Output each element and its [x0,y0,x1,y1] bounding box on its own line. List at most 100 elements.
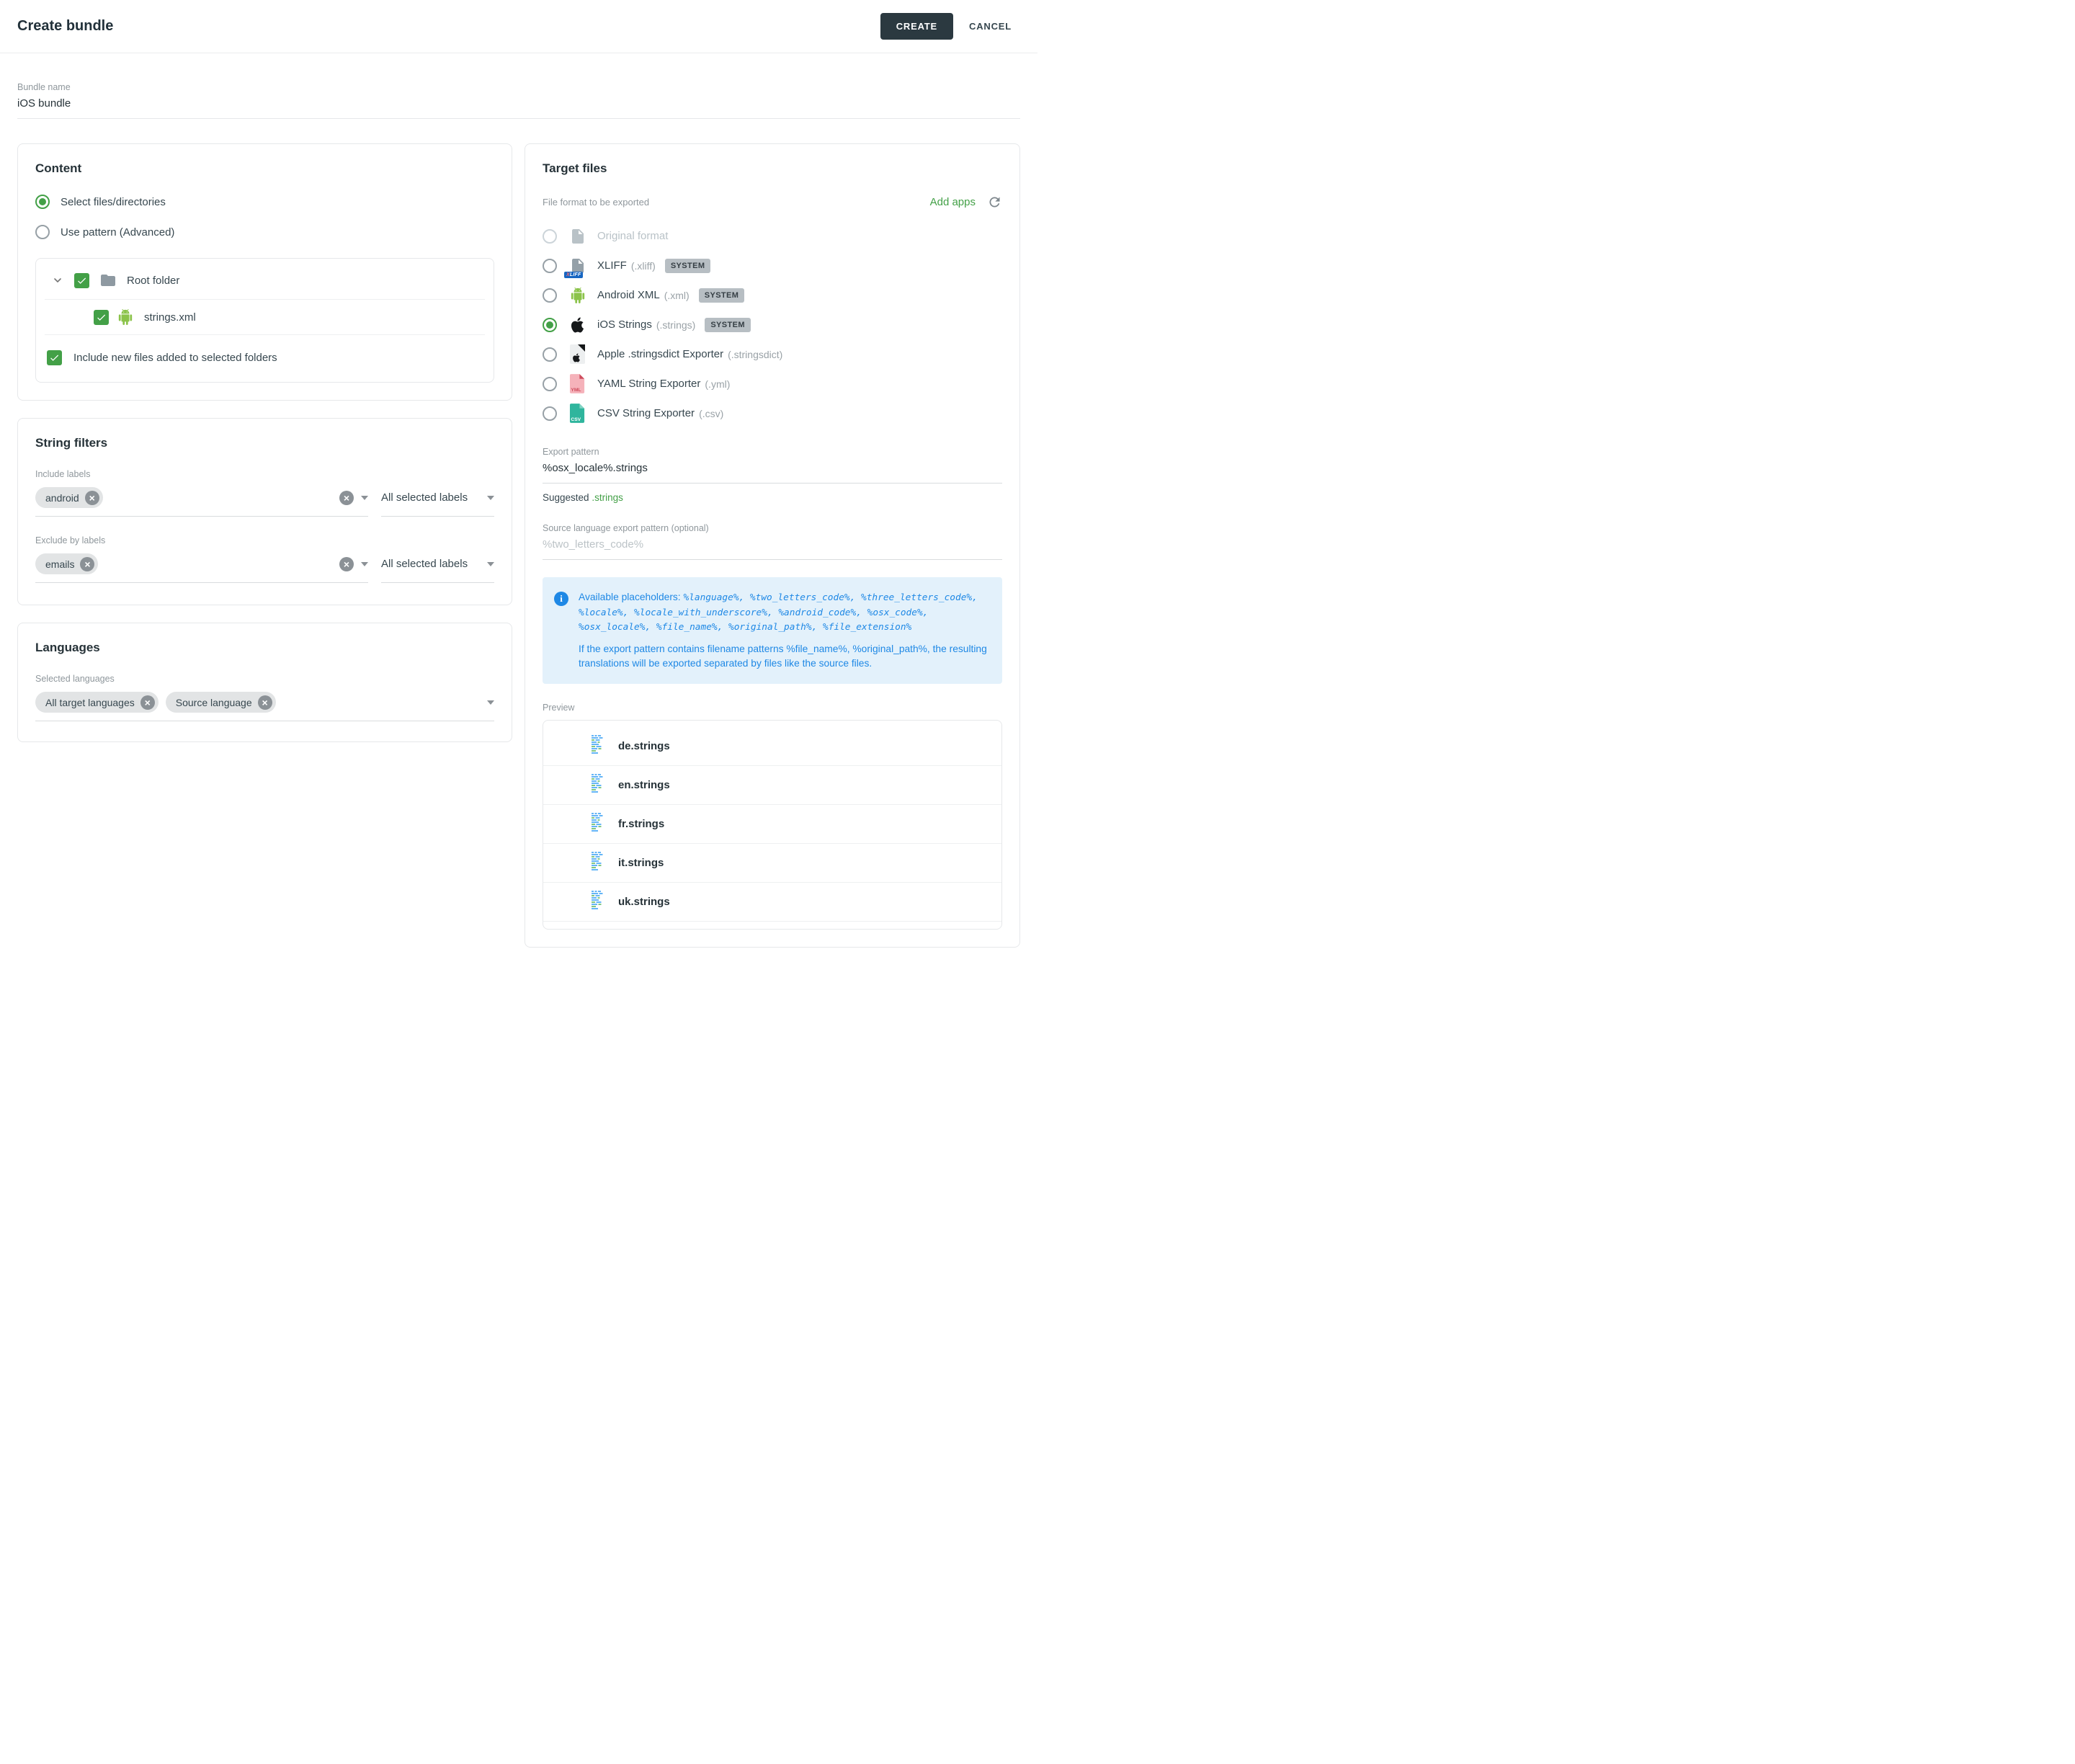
preview-file-name: fr.strings [618,818,664,830]
radio-selected-icon[interactable] [543,318,557,332]
export-pattern-label: Export pattern [543,447,1002,457]
remove-chip-icon[interactable]: × [80,557,94,571]
cancel-button[interactable]: CANCEL [960,13,1020,40]
language-chip-all-target: All target languages × [35,692,159,713]
root-folder-label: Root folder [127,275,179,287]
placeholders-line: Available placeholders: %language%, %two… [579,590,988,635]
strings-xml-label: strings.xml [144,311,196,324]
strings-file-icon [592,735,607,757]
radio-unselected-icon[interactable] [543,406,557,421]
bundle-name-field[interactable]: Bundle name iOS bundle [17,82,1020,119]
dropdown-caret-icon[interactable] [487,700,494,705]
document-icon [568,226,587,247]
include-labels-field[interactable]: android × × [35,486,368,517]
string-filters-card: String filters Include labels android × … [17,418,512,605]
file-checkbox[interactable] [94,310,109,325]
tree-row-strings-xml[interactable]: strings.xml [45,299,485,334]
root-folder-checkbox[interactable] [74,273,89,288]
placeholders-intro: Available placeholders: [579,592,683,602]
suggested-label: Suggested [543,492,589,503]
format-ext: (.yml) [705,378,730,390]
format-row-original[interactable]: Original format [543,221,1002,251]
content-title: Content [35,161,494,176]
selected-languages-label: Selected languages [35,674,494,684]
dropdown-caret-icon[interactable] [487,562,494,566]
exclude-mode-select[interactable]: All selected labels [381,553,494,583]
format-row-ios-strings[interactable]: iOS Strings (.strings) SYSTEM [543,310,1002,339]
remove-chip-icon[interactable]: × [85,491,99,505]
xliff-badge-text: XLIFF [564,272,583,278]
target-files-title: Target files [543,161,1002,176]
language-chip-source: Source language × [166,692,276,713]
format-row-stringsdict[interactable]: Apple .stringsdict Exporter (.stringsdic… [543,339,1002,369]
android-icon [568,285,587,306]
radio-use-pattern[interactable]: Use pattern (Advanced) [35,225,494,239]
source-pattern-label: Source language export pattern (optional… [543,523,1002,533]
include-new-files-row[interactable]: Include new files added to selected fold… [45,334,485,382]
strings-file-icon [592,813,607,835]
suggested-extension-link[interactable]: .strings [592,492,623,503]
bundle-name-value[interactable]: iOS bundle [17,97,1020,110]
radio-unselected-icon[interactable] [35,225,50,239]
radio-unselected-icon[interactable] [543,288,557,303]
csv-icon-text: CSV [571,417,581,422]
main-content: Bundle name iOS bundle Content Select fi… [0,82,1038,948]
csv-file-icon: CSV [568,403,587,424]
radio-unselected-icon[interactable] [543,229,557,244]
exclude-mode-value: All selected labels [381,558,468,570]
format-name: CSV String Exporter [597,407,695,419]
system-badge: SYSTEM [699,288,745,303]
create-button[interactable]: CREATE [880,13,953,40]
dropdown-caret-icon[interactable] [361,496,368,500]
format-row-xliff[interactable]: XLIFF XLIFF (.xliff) SYSTEM [543,251,1002,280]
add-apps-link[interactable]: Add apps [930,196,976,208]
format-row-yaml[interactable]: YML YAML String Exporter (.yml) [543,369,1002,398]
export-pattern-field[interactable]: Export pattern %osx_locale%.strings [543,447,1002,484]
preview-box: de.strings en.strings [543,720,1002,930]
label-chip-emails: emails × [35,553,98,574]
chip-text: android [45,492,79,504]
exclude-labels-label: Exclude by labels [35,535,494,545]
clear-field-icon[interactable]: × [339,491,354,505]
radio-unselected-icon[interactable] [543,347,557,362]
source-pattern-field[interactable]: Source language export pattern (optional… [543,523,1002,560]
include-mode-select[interactable]: All selected labels [381,486,494,517]
export-pattern-value[interactable]: %osx_locale%.strings [543,462,1002,474]
android-file-icon [116,309,135,325]
dropdown-caret-icon[interactable] [361,562,368,566]
tree-row-root-folder[interactable]: Root folder [45,259,485,299]
clear-field-icon[interactable]: × [339,557,354,571]
strings-file-icon [592,774,607,796]
system-badge: SYSTEM [705,318,751,332]
refresh-icon[interactable] [987,195,1002,210]
radio-select-files[interactable]: Select files/directories [35,195,494,209]
format-row-csv[interactable]: CSV CSV String Exporter (.csv) [543,398,1002,428]
format-ext: (.csv) [699,408,723,419]
exclude-labels-field[interactable]: emails × × [35,553,368,583]
radio-unselected-icon[interactable] [543,377,557,391]
radio-selected-icon[interactable] [35,195,50,209]
chip-text: emails [45,558,74,570]
chevron-down-icon[interactable] [52,275,65,286]
languages-title: Languages [35,641,494,655]
preview-file-name: de.strings [618,740,670,752]
languages-card: Languages Selected languages All target … [17,623,512,742]
placeholders-note: If the export pattern contains filename … [579,642,988,671]
target-files-card: Target files File format to be exported … [525,143,1020,948]
source-pattern-placeholder[interactable]: %two_letters_code% [543,538,1002,551]
format-row-android-xml[interactable]: Android XML (.xml) SYSTEM [543,280,1002,310]
remove-chip-icon[interactable]: × [258,695,272,710]
top-bar: Create bundle CREATE CANCEL [0,0,1038,53]
chip-text: Source language [176,697,252,708]
format-name: Android XML [597,289,660,301]
remove-chip-icon[interactable]: × [140,695,155,710]
preview-file-name: it.strings [618,857,664,869]
preview-row: uk.strings [543,883,1001,922]
preview-row: fr.strings [543,805,1001,844]
radio-use-pattern-label: Use pattern (Advanced) [61,226,174,239]
dropdown-caret-icon[interactable] [487,496,494,500]
radio-unselected-icon[interactable] [543,259,557,273]
selected-languages-field[interactable]: All target languages × Source language × [35,691,494,721]
include-new-files-checkbox[interactable] [47,350,62,365]
include-labels-label: Include labels [35,469,494,479]
